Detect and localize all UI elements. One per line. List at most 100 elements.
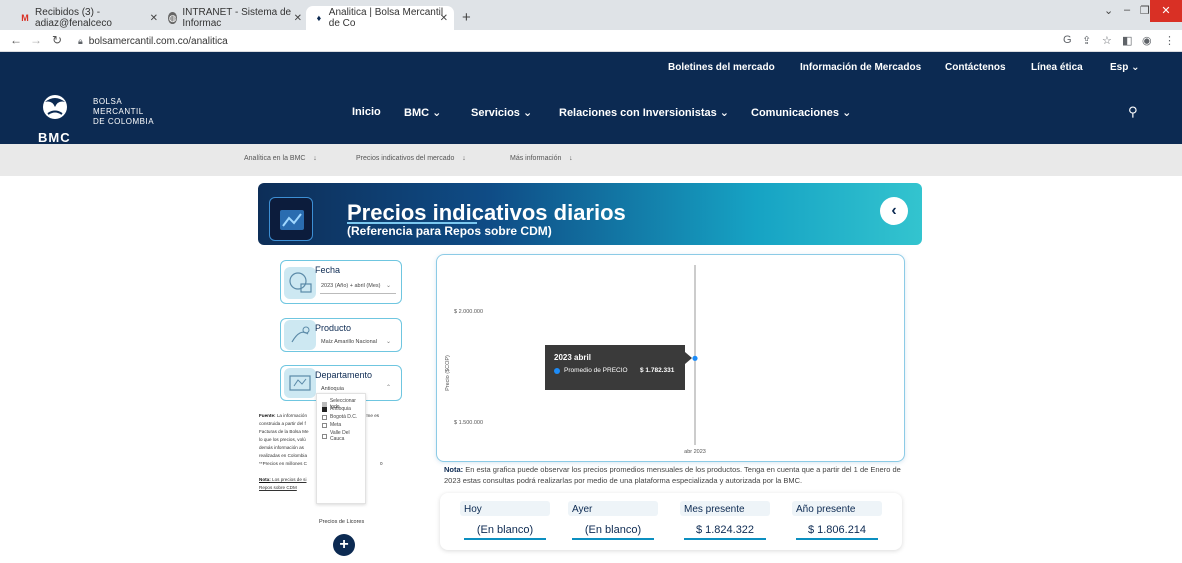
licores-plus-button[interactable]: + — [333, 534, 355, 556]
nav-servicios[interactable]: Servicios ⌄ — [471, 106, 532, 119]
report-subnav: Analítica en la BMC ↓ Precios indicativo… — [0, 144, 1182, 176]
fecha-value: 2023 (Año) + abril (Mes) — [321, 283, 381, 289]
link-contactenos[interactable]: Contáctenos — [945, 62, 1006, 73]
arrow-down-icon: ↓ — [462, 155, 466, 162]
note-text: rme es — [365, 413, 380, 418]
kpi-value: $ 1.806.214 — [807, 524, 867, 536]
kpi-value: $ 1.824.322 — [695, 524, 755, 536]
slicer-divider — [320, 293, 396, 294]
note-bold: Nota: — [444, 465, 464, 474]
link-linea-etica[interactable]: Línea ética — [1031, 62, 1083, 73]
chevron-down-icon: ⌄ — [842, 107, 852, 119]
lock-icon: 🔒︎ — [78, 36, 83, 46]
close-icon[interactable]: ✕ — [294, 13, 302, 24]
producto-value: Maíz Amarillo Nacional — [321, 339, 377, 345]
note-link[interactable]: Los precios de si — [271, 477, 306, 482]
note-bold: Fuente: — [259, 413, 276, 418]
link-informacion-mercados[interactable]: Información de Mercados — [800, 62, 921, 73]
report-banner: Precios indicativos diarios (Referencia … — [258, 183, 922, 245]
window-close-icon[interactable]: ✕ — [1150, 0, 1182, 22]
bmc-logo-icon[interactable] — [38, 92, 72, 124]
producto-slicer[interactable]: Producto Maíz Amarillo Nacional ⌄ — [280, 318, 402, 352]
bookmark-star-icon[interactable]: ☆ — [1102, 34, 1112, 47]
subnav-precios[interactable]: Precios indicativos del mercado ↓ — [356, 155, 466, 162]
subnav-label: Más información — [510, 155, 562, 162]
subnav-label: Analítica en la BMC — [244, 155, 306, 162]
language-selector[interactable]: Esp ⌄ — [1110, 62, 1140, 73]
departamento-dropdown: Seleccionar todo Antioquia Bogotá D.C. M… — [316, 393, 366, 504]
chevron-down-icon: ⌄ — [385, 339, 391, 345]
option-valle-del-cauca[interactable]: Valle Del Cauca — [322, 430, 365, 442]
option-antioquia[interactable]: Antioquia — [322, 406, 351, 412]
departamento-value: Antioquia — [321, 386, 344, 392]
close-icon[interactable]: ✕ — [150, 13, 158, 24]
subnav-label: Precios indicativos del mercado — [356, 155, 455, 162]
browser-tab-gmail[interactable]: M Recibidos (3) - adiaz@fenalceco ✕ — [12, 6, 164, 30]
nav-label: Comunicaciones — [751, 107, 840, 119]
subnav-analitica[interactable]: Analítica en la BMC ↓ — [244, 155, 317, 162]
tooltip-series: Promedio de PRECIO — [564, 367, 628, 374]
arrow-down-icon: ↓ — [569, 155, 573, 162]
y-axis-label: Precio ($COP) — [445, 355, 451, 391]
back-button[interactable]: ‹ — [880, 197, 908, 225]
logo-abbr: BMC — [38, 130, 71, 145]
profile-avatar-icon[interactable]: ◉ — [1142, 34, 1152, 47]
close-icon[interactable]: ✕ — [440, 13, 448, 24]
restore-icon[interactable]: ❐ — [1140, 4, 1150, 17]
tooltip-title: 2023 abril — [554, 353, 591, 362]
link-boletines[interactable]: Boletines del mercado — [668, 62, 775, 73]
departamento-label: Departamento — [315, 370, 373, 380]
option-meta[interactable]: Meta — [322, 422, 341, 428]
producto-label: Producto — [315, 323, 352, 333]
data-point[interactable] — [692, 355, 698, 361]
map-icon — [284, 368, 316, 398]
option-bogota[interactable]: Bogotá D.C. — [322, 414, 357, 420]
chevron-left-icon: ‹ — [891, 202, 897, 219]
side-panel-icon[interactable]: ◧ — [1122, 34, 1132, 47]
chevron-down-icon: ⌄ — [522, 107, 533, 119]
checkbox — [322, 433, 327, 439]
kpi-label: Mes presente — [684, 504, 745, 515]
back-arrow-icon[interactable]: ← — [10, 33, 22, 47]
option-label: Valle Del Cauca — [329, 430, 350, 442]
kpi-value: (En blanco) — [476, 524, 534, 536]
nav-inicio[interactable]: Inicio — [352, 106, 381, 118]
note-text: 0 — [380, 461, 383, 466]
menu-kebab-icon[interactable]: ⋮ — [1164, 34, 1175, 47]
kpi-label: Año presente — [796, 504, 856, 515]
logo-line: DE COLOMBIA — [93, 117, 155, 126]
fecha-slicer[interactable]: Fecha 2023 (Año) + abril (Mes) ⌄ — [280, 260, 402, 304]
tab-search-icon[interactable]: ⌄ — [1104, 4, 1113, 17]
chart-note: Nota: En esta grafica puede observar los… — [444, 464, 904, 486]
minimize-icon[interactable]: – — [1124, 4, 1130, 16]
chevron-down-icon: ⌄ — [1131, 62, 1140, 73]
kpi-mes-presente: Mes presente $ 1.824.322 — [680, 501, 770, 541]
kpi-underline — [464, 538, 546, 540]
browser-tab-intranet[interactable]: ◍ INTRANET - Sistema de Informac ✕ — [160, 6, 308, 30]
logo-wordmark: BOLSA MERCANTIL DE COLOMBIA — [93, 97, 154, 127]
checkbox — [322, 406, 327, 412]
fecha-label: Fecha — [315, 265, 341, 275]
google-icon[interactable]: G — [1063, 34, 1072, 46]
tab-label: Analitica | Bolsa Mercantil de Co — [328, 7, 444, 29]
nav-bmc[interactable]: BMC ⌄ — [404, 106, 441, 119]
new-tab-button[interactable]: + — [462, 9, 471, 26]
bmc-icon: ♦ — [316, 13, 322, 23]
logo-line: BOLSA — [93, 97, 123, 106]
forward-arrow-icon[interactable]: → — [30, 33, 42, 47]
address-bar[interactable]: 🔒︎ bolsamercantil.com.co/analitica — [78, 32, 1058, 50]
search-icon[interactable]: ⚲ — [1128, 104, 1138, 120]
address-toolbar: ← → ↻ 🔒︎ bolsamercantil.com.co/analitica … — [0, 30, 1182, 52]
site-header: Boletines del mercado Información de Mer… — [0, 52, 1182, 145]
url-text: bolsamercantil.com.co/analitica — [88, 36, 228, 47]
nav-comunicaciones[interactable]: Comunicaciones ⌄ — [751, 106, 851, 119]
option-label: Antioquia — [330, 406, 351, 412]
subnav-mas-info[interactable]: Más información ↓ — [510, 155, 573, 162]
nav-relaciones-inversionistas[interactable]: Relaciones con Inversionistas ⌄ — [559, 106, 729, 119]
chart-tooltip: 2023 abril Promedio de PRECIO $ 1.782.33… — [545, 345, 692, 390]
nav-label: BMC — [404, 107, 430, 119]
nav-label: Relaciones con Inversionistas — [559, 107, 717, 119]
reload-icon[interactable]: ↻ — [52, 33, 62, 47]
share-icon[interactable]: ⇪ — [1082, 34, 1091, 47]
browser-tab-analitica[interactable]: ♦ Analitica | Bolsa Mercantil de Co ✕ — [306, 6, 454, 30]
